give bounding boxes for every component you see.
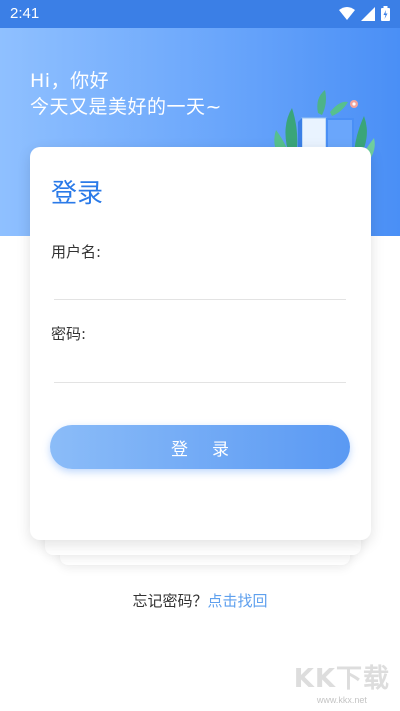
signal-icon xyxy=(361,6,375,21)
watermark-logo: KK下载 xyxy=(293,664,390,694)
watermark-url: www.kkx.net xyxy=(316,695,367,705)
login-button[interactable]: 登录 xyxy=(50,425,350,469)
password-label: 密码: xyxy=(51,325,87,343)
forgot-password-row: 忘记密码？点击找回 xyxy=(0,590,400,611)
greeting-line-2: 今天又是美好的一天~ xyxy=(30,96,222,118)
forgot-password-text: 忘记密码？ xyxy=(132,592,208,610)
wifi-icon xyxy=(339,6,355,20)
greeting-line-1: Hi，你好 xyxy=(30,70,110,92)
status-bar: 2:41 xyxy=(0,0,400,28)
password-field[interactable] xyxy=(54,352,346,383)
username-label: 用户名: xyxy=(51,243,102,261)
greeting: Hi，你好 今天又是美好的一天~ xyxy=(30,68,222,120)
login-title: 登录 xyxy=(51,179,104,209)
status-time: 2:41 xyxy=(10,5,40,22)
recover-password-link[interactable]: 点击找回 xyxy=(208,592,268,610)
watermark: KK下载 www.kkx.net xyxy=(294,658,390,705)
battery-icon xyxy=(381,6,390,21)
username-field[interactable] xyxy=(54,269,346,300)
status-icons xyxy=(339,6,390,21)
login-card: 登录 用户名: 密码: 登录 xyxy=(30,147,371,540)
